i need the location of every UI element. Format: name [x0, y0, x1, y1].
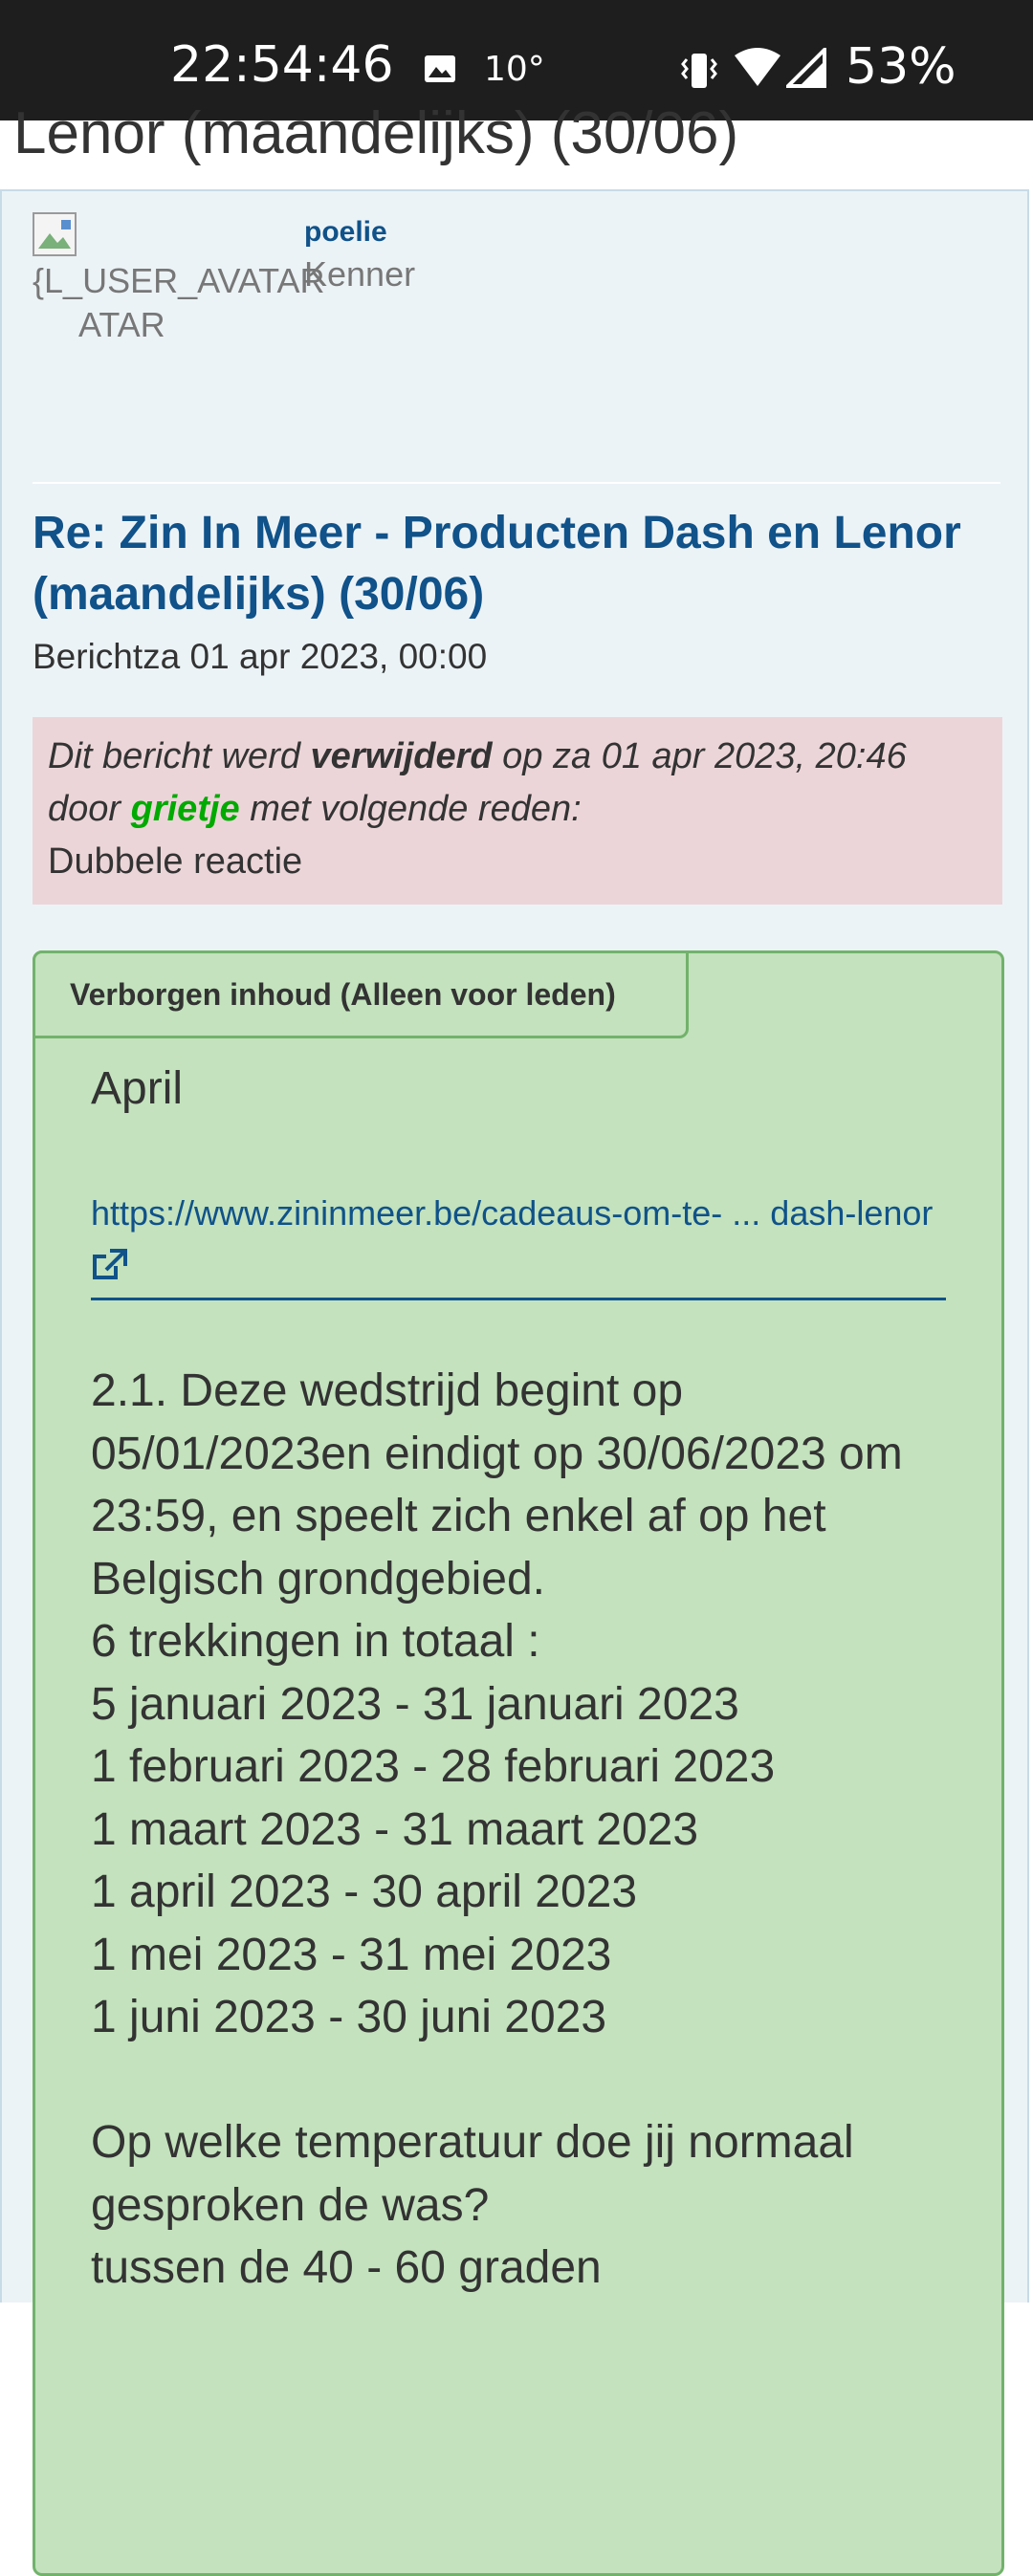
month-label: April: [91, 1063, 184, 1114]
external-link-text[interactable]: https://www.zininmeer.be/cadeaus-om-te- …: [91, 1193, 933, 1233]
divider: [33, 482, 1000, 484]
status-time: 22:54:46: [170, 36, 394, 94]
username-link[interactable]: poelie: [304, 216, 387, 249]
hidden-content-tab: Verborgen inhoud (Alleen voor leden): [33, 950, 689, 1038]
external-link[interactable]: https://www.zininmeer.be/cadeaus-om-te- …: [91, 1187, 946, 1300]
avatar-alt-line-1: {L_USER_AVATAR: [33, 261, 325, 300]
post-title[interactable]: Re: Zin In Meer - Producten Dash en Leno…: [33, 503, 1008, 625]
deleted-verb: verwijderd: [310, 736, 493, 776]
forum-post: {L_USER_AVATAR ATAR poelie Kenner Re: Zi…: [0, 189, 1029, 2576]
moderator-link[interactable]: grietje: [131, 789, 240, 829]
avatar-alt-line-2: ATAR: [78, 305, 165, 344]
deleted-reason: Dubbele reactie: [48, 841, 303, 882]
post-body-text: 2.1. Deze wedstrijd begint op 05/01/2023…: [91, 1365, 903, 2293]
post-meta: Berichtza 01 apr 2023, 00:00: [33, 637, 488, 676]
deleted-text-1: Dit bericht werd: [48, 736, 311, 776]
battery-percentage: 53%: [846, 38, 956, 96]
user-rank: Kenner: [304, 254, 416, 294]
deleted-notice: Dit bericht werd verwijderd op za 01 apr…: [33, 717, 1002, 905]
broken-image-icon: [33, 212, 77, 256]
topic-title-header: Lenor (maandelijks) (30/06): [13, 92, 1033, 191]
image-icon: [425, 55, 455, 82]
deleted-text-3: met volgende reden:: [239, 789, 582, 829]
wifi-icon: [735, 48, 780, 86]
vibrate-icon: [681, 54, 717, 88]
topic-title-text: Lenor (maandelijks) (30/06): [13, 100, 739, 166]
avatar-alt-text: {L_USER_AVATAR ATAR: [33, 212, 324, 347]
hidden-content: April https://www.zininmeer.be/cadeaus-o…: [91, 1060, 952, 2300]
external-link-icon: [93, 1249, 127, 1279]
status-temperature: 10°: [484, 50, 545, 89]
signal-icon: [786, 48, 826, 88]
hidden-content-box: Verborgen inhoud (Alleen voor leden) Apr…: [33, 950, 1004, 2576]
